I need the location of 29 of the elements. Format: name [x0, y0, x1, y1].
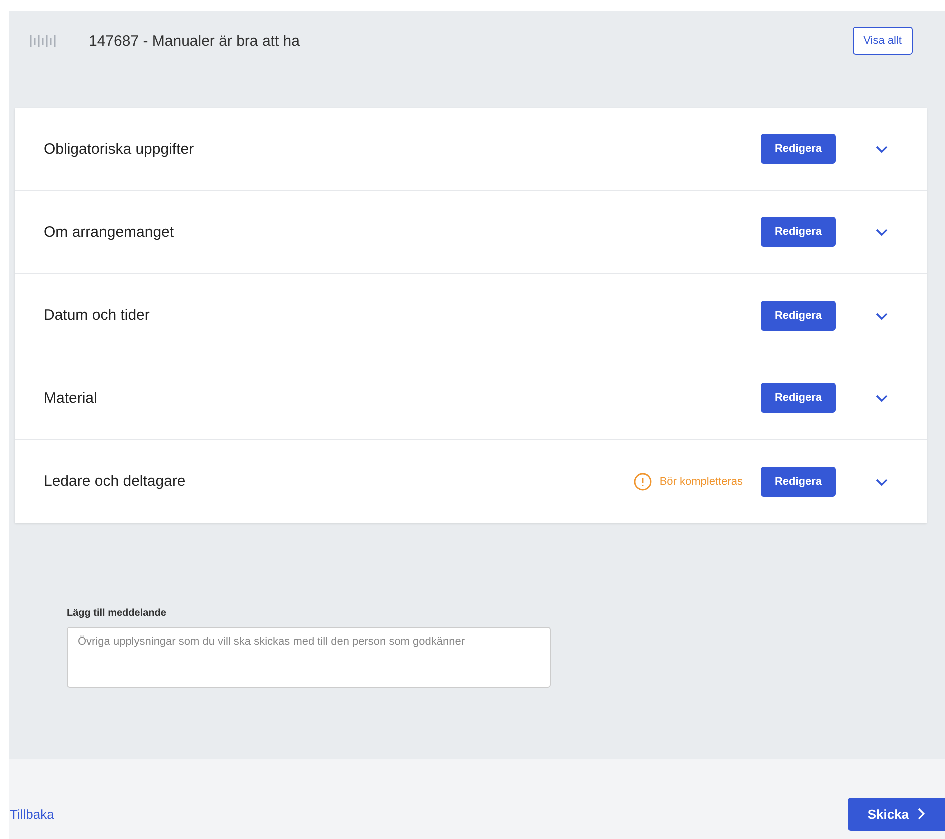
section-row[interactable]: Datum och tider Redigera [15, 274, 927, 357]
edit-button[interactable]: Redigera [761, 217, 836, 247]
section-row[interactable]: Om arrangemanget Redigera [15, 191, 927, 274]
edit-button[interactable]: Redigera [761, 300, 836, 330]
message-field[interactable]: Övriga upplysningar som du vill ska skickas med till den person som godkänner [67, 627, 551, 688]
edit-button[interactable]: Redigera [761, 134, 836, 164]
section-title: Datum och tider [44, 307, 151, 324]
back-link[interactable]: Tillbaka [10, 806, 54, 822]
section-title: Om arrangemanget [44, 224, 176, 240]
section-title: Material [44, 390, 98, 406]
chevron-down-icon[interactable] [875, 476, 889, 486]
section-row[interactable]: Ledare och deltagare Bör kompletteras Redigera [15, 440, 927, 523]
warning-icon [634, 472, 652, 490]
warning-text: Bör kompletteras [660, 476, 743, 488]
chevron-right-icon [917, 808, 926, 820]
show-all-button[interactable]: Visa allt [852, 27, 913, 55]
chevron-down-icon[interactable] [875, 144, 889, 154]
chevron-down-icon[interactable] [875, 227, 889, 237]
chevron-down-icon[interactable] [875, 393, 889, 403]
section-title: Ledare och deltagare [44, 473, 187, 490]
send-button[interactable]: Skicka [848, 798, 945, 830]
section-row[interactable]: Obligatoriska uppgifter Redigera [15, 108, 927, 191]
section-title: Obligatoriska uppgifter [44, 140, 196, 158]
page-title: 147687 - Manualer är bra att ha [89, 32, 301, 50]
message-label: Lägg till meddelande [67, 608, 168, 619]
section-row[interactable]: Material Redigera [15, 357, 927, 440]
edit-button[interactable]: Redigera [761, 466, 836, 496]
chevron-down-icon[interactable] [875, 310, 889, 320]
edit-button[interactable]: Redigera [761, 383, 836, 413]
